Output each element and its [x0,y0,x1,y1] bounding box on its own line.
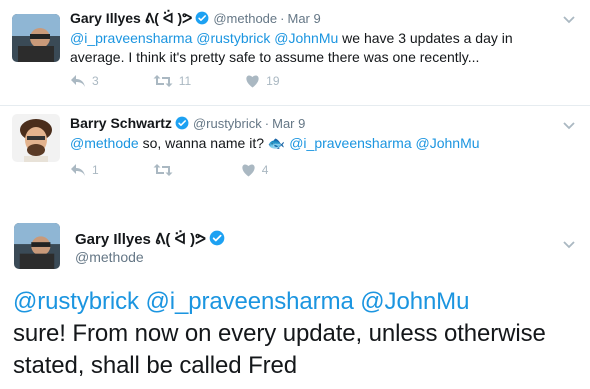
like-button[interactable]: 19 [245,74,280,88]
chevron-down-icon[interactable] [562,118,576,132]
reply-button[interactable]: 1 [70,163,99,177]
author-name[interactable]: Gary Illyes ᕕ( ᐛ )ᕗ [75,231,206,248]
tweet-timestamp[interactable]: Mar 9 [272,116,305,131]
author-handle[interactable]: @methode [75,249,144,265]
chevron-down-icon[interactable] [562,12,576,26]
reply-count: 1 [92,163,99,177]
like-icon [246,75,259,88]
tweet-2[interactable]: Barry Schwartz @rustybrick · Mar 9 @methode… [0,106,590,201]
retweet-icon [153,75,173,87]
retweet-count: 11 [178,74,192,88]
reply-count: 3 [92,74,99,88]
reply-button[interactable]: 3 [70,74,99,88]
avatar[interactable] [14,223,60,269]
separator-dot: · [264,116,270,131]
tweet-text: @rustybrick @i_praveensharma @JohnMu sur… [13,286,583,382]
tweet-body: sure! From now on every update, unless o… [13,320,546,379]
reply-icon [71,164,85,176]
verified-icon [195,11,209,28]
mention-links[interactable]: @i_praveensharma @JohnMu [289,135,479,151]
chevron-down-icon[interactable] [562,237,576,251]
tweet-text: @i_praveensharma @rustybrick @JohnMu we … [70,29,550,67]
separator-dot: · [280,11,285,26]
tweet-1[interactable]: Gary Illyes ᕕ( ᐛ )ᕗ @methode · Mar 9 @i_pra… [0,0,590,106]
tweet-body: so, wanna name it? 🐟 [138,135,290,151]
author-handle[interactable]: @rustybrick [193,116,262,131]
like-count: 4 [261,163,269,177]
like-icon [242,164,255,177]
retweet-button[interactable]: 11 [153,74,191,88]
author-handle[interactable]: @methode [213,11,277,26]
avatar[interactable] [12,14,60,62]
tweet-timestamp[interactable]: Mar 9 [287,11,320,26]
mention-links[interactable]: @rustybrick @i_praveensharma @JohnMu [13,288,469,315]
like-count: 19 [266,74,280,88]
mention-links[interactable]: @i_praveensharma @rustybrick @JohnMu [70,30,338,46]
like-button[interactable]: 4 [241,163,269,177]
tweet-actions: 3 11 19 [70,74,334,88]
retweet-icon [153,164,173,176]
main-tweet: Gary Illyes ᕕ( ᐛ )ᕗ @methode @rustybrick… [0,200,590,389]
verified-icon [175,116,189,133]
tweet-text: @methode so, wanna name it? 🐟 @i_praveen… [70,134,550,153]
tweet-actions: 1 4 [70,163,322,177]
verified-icon [209,230,225,250]
mention-link[interactable]: @methode [70,135,139,151]
reply-icon [71,75,85,87]
author-name[interactable]: Gary Illyes ᕕ( ᐛ )ᕗ [70,10,192,26]
avatar[interactable] [12,114,60,162]
author-name[interactable]: Barry Schwartz [70,115,172,131]
retweet-button[interactable] [153,163,179,177]
